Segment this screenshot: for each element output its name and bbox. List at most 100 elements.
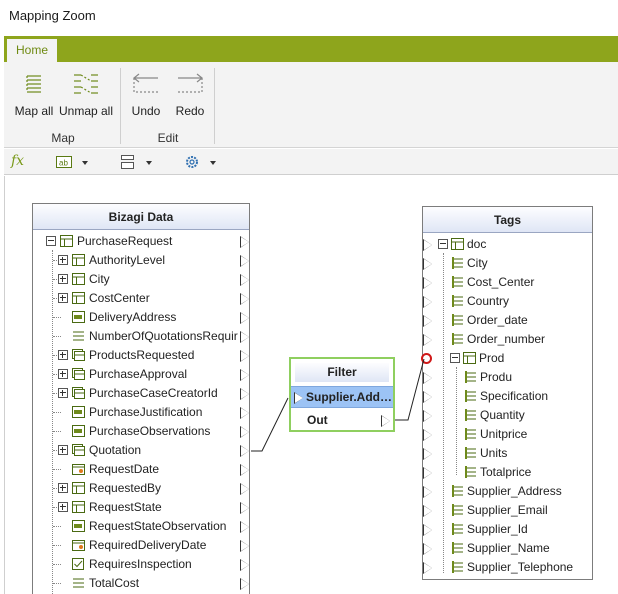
tree-row[interactable]: Units bbox=[420, 444, 592, 463]
redo-icon bbox=[178, 73, 203, 93]
tree-row[interactable]: doc bbox=[420, 235, 592, 254]
expand-icon[interactable] bbox=[58, 350, 68, 360]
tree-row[interactable]: Unitprice bbox=[420, 425, 592, 444]
tree-row[interactable]: Order_number bbox=[420, 330, 592, 349]
tree-row[interactable]: Supplier_Name bbox=[420, 539, 592, 558]
input-port-fill bbox=[424, 525, 432, 535]
mapped-port-icon[interactable] bbox=[421, 353, 432, 364]
filter-input-row[interactable]: Supplier.Add… bbox=[291, 386, 393, 408]
tree-row[interactable]: Country bbox=[420, 292, 592, 311]
tree-row-label: RequestStateObservation bbox=[89, 519, 227, 533]
expand-icon[interactable] bbox=[58, 369, 68, 379]
tree-row[interactable]: Supplier_Id bbox=[420, 520, 592, 539]
attribute-icon bbox=[452, 333, 463, 345]
tree-row[interactable]: NumberOfQuotationsRequir bbox=[40, 327, 250, 346]
attribute-icon bbox=[452, 276, 463, 288]
input-port-fill bbox=[424, 487, 432, 497]
tree-row[interactable]: RequiredDeliveryDate bbox=[40, 536, 250, 555]
tab-home[interactable]: Home bbox=[6, 38, 58, 63]
attribute-icon bbox=[452, 542, 463, 554]
tree-row-label: Supplier_Name bbox=[467, 541, 550, 555]
tree-row[interactable]: PurchaseApproval bbox=[40, 365, 250, 384]
attribute-icon bbox=[452, 295, 463, 307]
tree-row[interactable]: Specification bbox=[420, 387, 592, 406]
tree-row-label: City bbox=[467, 256, 488, 270]
tree-row[interactable]: PurchaseRequest bbox=[40, 232, 250, 251]
tree-row-label: ProductsRequested bbox=[89, 348, 195, 362]
text-function-icon bbox=[121, 155, 134, 169]
collapse-icon[interactable] bbox=[450, 353, 460, 363]
unmap-all-button[interactable]: Unmap all bbox=[58, 70, 114, 118]
text-field-icon bbox=[72, 425, 85, 437]
undo-button[interactable]: Undo bbox=[128, 70, 164, 118]
tree-row[interactable]: City bbox=[40, 270, 250, 289]
tree-row[interactable]: Quantity bbox=[420, 406, 592, 425]
expand-icon[interactable] bbox=[58, 445, 68, 455]
output-port-fill bbox=[241, 579, 249, 589]
expand-icon[interactable] bbox=[58, 293, 68, 303]
tree-row[interactable]: RequestedBy bbox=[40, 479, 250, 498]
chevron-down-icon bbox=[210, 161, 216, 165]
tree-row[interactable]: Produ bbox=[420, 368, 592, 387]
tree-row[interactable]: Quotation bbox=[40, 441, 250, 460]
map-all-button[interactable]: Map all bbox=[12, 70, 56, 118]
checkbox-field-icon bbox=[72, 558, 84, 570]
tree-row[interactable]: Prod bbox=[420, 349, 592, 368]
redo-button[interactable]: Redo bbox=[172, 70, 208, 118]
tree-row[interactable]: Supplier_Address bbox=[420, 482, 592, 501]
text-field-icon bbox=[72, 406, 85, 418]
expand-icon[interactable] bbox=[58, 255, 68, 265]
expand-icon[interactable] bbox=[58, 388, 68, 398]
settings-dropdown[interactable] bbox=[184, 153, 218, 171]
input-port-fill bbox=[424, 563, 432, 573]
entity-icon bbox=[451, 238, 464, 250]
tree-row[interactable]: Totalprice bbox=[420, 463, 592, 482]
title-bar: Mapping Zoom bbox=[0, 0, 618, 32]
tree-row-label: PurchaseApproval bbox=[89, 367, 188, 381]
function-icon[interactable]: fx bbox=[11, 153, 24, 169]
tree-row[interactable]: AuthorityLevel bbox=[40, 251, 250, 270]
expand-icon[interactable] bbox=[58, 502, 68, 512]
tree-row[interactable]: Supplier_Email bbox=[420, 501, 592, 520]
ribbon-separator bbox=[120, 68, 121, 144]
collapse-icon[interactable] bbox=[46, 236, 56, 246]
tree-row[interactable]: ProductsRequested bbox=[40, 346, 250, 365]
output-port-fill bbox=[241, 465, 249, 475]
output-port-fill bbox=[241, 294, 249, 304]
collapse-icon[interactable] bbox=[438, 239, 448, 249]
attribute-icon bbox=[465, 428, 476, 440]
function-format-dropdown[interactable] bbox=[120, 153, 154, 171]
tree-row[interactable]: RequiresInspection bbox=[40, 555, 250, 574]
tree-row[interactable]: TotalCost bbox=[40, 574, 250, 593]
tree-branch-line bbox=[53, 564, 61, 565]
tree-row-label: Totalprice bbox=[480, 465, 532, 479]
output-port-fill bbox=[241, 541, 249, 551]
output-port-fill bbox=[241, 446, 249, 456]
tree-row[interactable]: DeliveryAddress bbox=[40, 308, 250, 327]
gear-icon bbox=[186, 156, 198, 168]
tree-row[interactable]: RequestState bbox=[40, 498, 250, 517]
tree-row-label: AuthorityLevel bbox=[89, 253, 166, 267]
expand-icon[interactable] bbox=[58, 274, 68, 284]
tree-branch-line bbox=[53, 583, 61, 584]
output-port-fill bbox=[241, 427, 249, 437]
tree-row[interactable]: Order_date bbox=[420, 311, 592, 330]
filter-title: Filter bbox=[295, 363, 389, 382]
tree-row[interactable]: RequestDate bbox=[40, 460, 250, 479]
input-port-fill bbox=[424, 278, 432, 288]
tree-row[interactable]: Supplier_Telephone bbox=[420, 558, 592, 577]
tree-row[interactable]: PurchaseObservations bbox=[40, 422, 250, 441]
tree-row[interactable]: PurchaseJustification bbox=[40, 403, 250, 422]
tree-branch-line bbox=[53, 431, 61, 432]
text-format-dropdown[interactable]: ab bbox=[56, 153, 90, 171]
tree-row[interactable]: PurchaseCaseCreatorId bbox=[40, 384, 250, 403]
tree-row[interactable]: Cost_Center bbox=[420, 273, 592, 292]
tree-row[interactable]: CostCenter bbox=[40, 289, 250, 308]
filter-node[interactable]: Filter Supplier.Add… Out bbox=[289, 357, 395, 432]
group-label-map: Map bbox=[51, 131, 75, 145]
tree-row[interactable]: RequestStateObservation bbox=[40, 517, 250, 536]
expand-icon[interactable] bbox=[58, 483, 68, 493]
tree-branch-line bbox=[53, 317, 61, 318]
tree-row[interactable]: City bbox=[420, 254, 592, 273]
attribute-icon bbox=[465, 409, 476, 421]
